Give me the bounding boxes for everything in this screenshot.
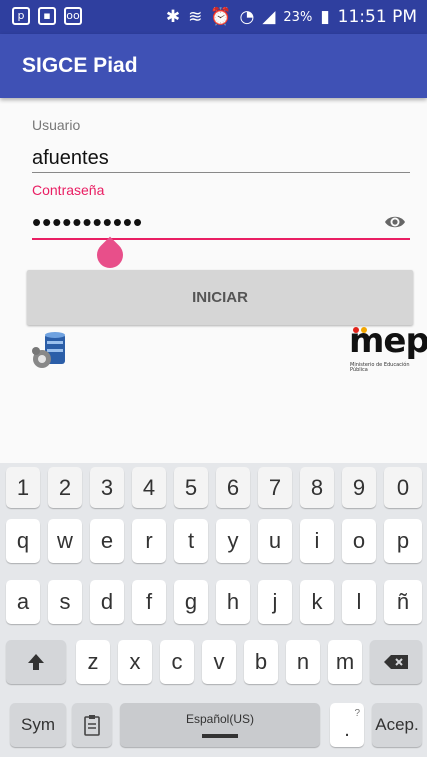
password-input[interactable]: ••••••••••• [32, 207, 410, 237]
key-u[interactable]: u [258, 519, 292, 563]
shift-key[interactable] [6, 640, 66, 684]
key-6[interactable]: 6 [216, 467, 250, 508]
username-label: Usuario [32, 117, 81, 133]
key-h[interactable]: h [216, 580, 250, 624]
app-bar: SIGCE Piad [0, 34, 427, 98]
key-0[interactable]: 0 [384, 467, 422, 508]
key-v[interactable]: v [202, 640, 236, 684]
clipboard-key[interactable] [72, 703, 112, 747]
wifi-icon: ◔ [239, 7, 255, 27]
key-n-tilde[interactable]: ñ [384, 580, 422, 624]
backspace-icon [384, 655, 408, 669]
notification-icon: p [12, 7, 30, 25]
backspace-key[interactable] [370, 640, 422, 684]
key-c[interactable]: c [160, 640, 194, 684]
soft-keyboard: 1 2 3 4 5 6 7 8 9 0 q w e r t y u i o p … [0, 463, 427, 757]
key-i[interactable]: i [300, 519, 334, 563]
eye-icon[interactable] [384, 214, 406, 230]
key-l[interactable]: l [342, 580, 376, 624]
key-f[interactable]: f [132, 580, 166, 624]
key-4[interactable]: 4 [132, 467, 166, 508]
status-bar: p ▪ oo ✱ ≋ ⏰ ◔ ◢ 23% ▮ 11:51 PM [0, 0, 427, 34]
signal-icon: ◢ [262, 7, 276, 27]
key-8[interactable]: 8 [300, 467, 334, 508]
space-bar[interactable]: Español(US) [120, 703, 320, 747]
database-settings-icon [32, 332, 65, 368]
key-z[interactable]: z [76, 640, 110, 684]
app-title: SIGCE Piad [22, 54, 138, 77]
alarm-icon: ⏰ [210, 7, 232, 27]
key-5[interactable]: 5 [174, 467, 208, 508]
space-bar-language: Español(US) [185, 712, 255, 726]
login-button[interactable]: INICIAR [27, 270, 413, 325]
key-n[interactable]: n [286, 640, 320, 684]
clipboard-icon [84, 715, 100, 736]
key-k[interactable]: k [300, 580, 334, 624]
mep-logo-text: mep [349, 321, 427, 361]
key-g[interactable]: g [174, 580, 208, 624]
key-w[interactable]: w [48, 519, 82, 563]
key-e[interactable]: e [90, 519, 124, 563]
key-y[interactable]: y [216, 519, 250, 563]
key-o[interactable]: o [342, 519, 376, 563]
image-icon: ▪ [38, 7, 56, 25]
accept-key[interactable]: Acep. [372, 703, 422, 747]
key-q[interactable]: q [6, 519, 40, 563]
space-icon [202, 734, 238, 738]
period-key-label: . [344, 719, 350, 741]
mep-logo: mep Ministerio de Educación Pública [349, 321, 427, 377]
text-cursor-handle[interactable] [91, 236, 129, 274]
key-s[interactable]: s [48, 580, 82, 624]
key-9[interactable]: 9 [342, 467, 376, 508]
battery-icon: ▮ [320, 7, 330, 27]
username-underline [32, 172, 410, 173]
symbols-key[interactable]: Sym [10, 703, 66, 747]
key-a[interactable]: a [6, 580, 40, 624]
period-key[interactable]: ? . [330, 703, 364, 747]
key-p[interactable]: p [384, 519, 422, 563]
key-t[interactable]: t [174, 519, 208, 563]
mep-logo-subtitle: Ministerio de Educación Pública [350, 362, 410, 373]
username-input[interactable] [32, 143, 410, 173]
key-d[interactable]: d [90, 580, 124, 624]
key-1[interactable]: 1 [6, 467, 40, 508]
key-b[interactable]: b [244, 640, 278, 684]
key-3[interactable]: 3 [90, 467, 124, 508]
password-label: Contraseña [32, 182, 105, 198]
password-underline [32, 238, 410, 240]
battery-percent: 23% [283, 9, 313, 25]
voicemail-icon: oo [64, 7, 82, 25]
period-key-hint: ? [354, 708, 360, 719]
key-r[interactable]: r [132, 519, 166, 563]
bluetooth-icon: ✱ [165, 7, 181, 27]
key-x[interactable]: x [118, 640, 152, 684]
key-j[interactable]: j [258, 580, 292, 624]
key-m[interactable]: m [328, 640, 362, 684]
key-2[interactable]: 2 [48, 467, 82, 508]
key-7[interactable]: 7 [258, 467, 292, 508]
mute-icon: ≋ [188, 7, 203, 27]
clock: 11:51 PM [337, 7, 417, 27]
shift-icon [28, 654, 44, 670]
